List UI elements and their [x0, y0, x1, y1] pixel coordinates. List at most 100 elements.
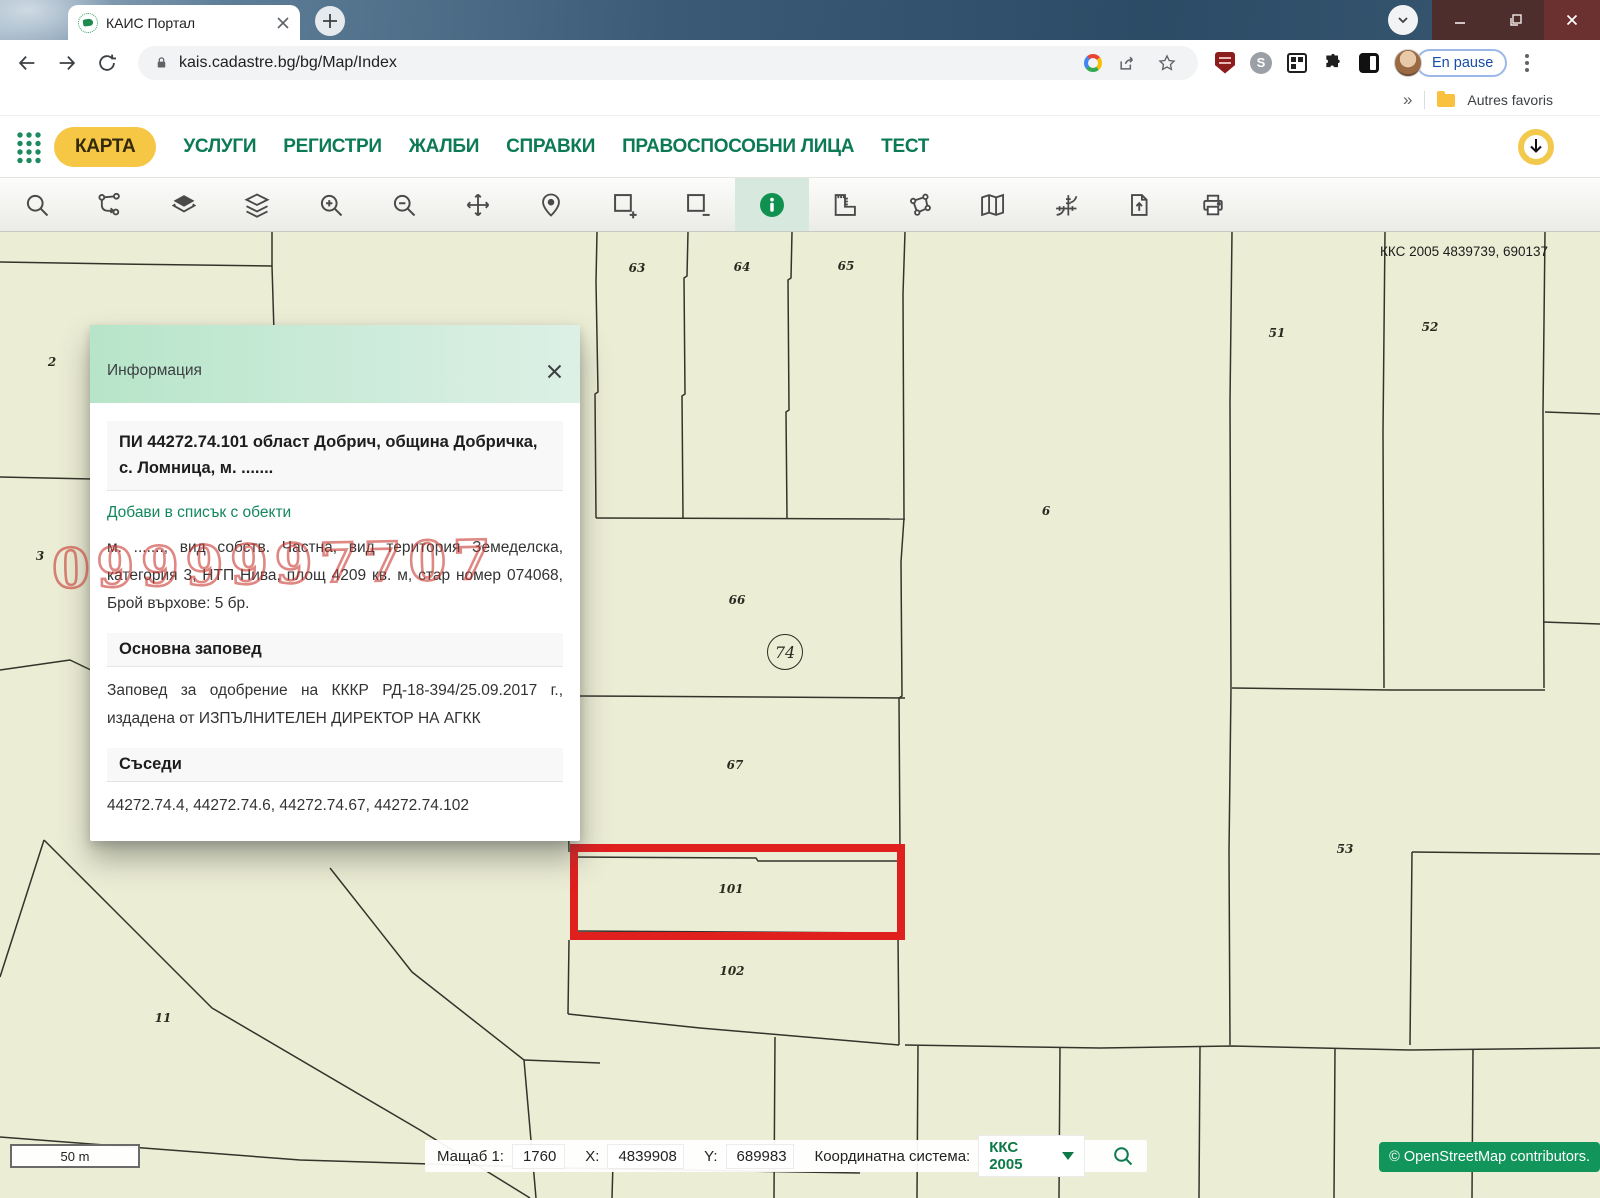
avatar — [1394, 48, 1422, 77]
parcel-label: 11 — [154, 1011, 172, 1025]
tool-measure-icon[interactable] — [809, 178, 883, 231]
parcel-label: 3 — [35, 549, 45, 563]
qr-extension-icon[interactable] — [1282, 48, 1312, 78]
tool-coordinate-grid-icon[interactable] — [1029, 178, 1103, 231]
new-tab-button[interactable] — [315, 6, 345, 36]
nav-item-spravki[interactable]: СПРАВКИ — [506, 136, 595, 158]
parcel-label: 51 — [1268, 326, 1286, 340]
scale-value-input[interactable]: 1760 — [511, 1143, 566, 1169]
parcel-label: 102 — [719, 964, 745, 978]
y-label: Y: — [704, 1147, 718, 1165]
parcel-label: 64 — [733, 260, 751, 274]
tool-relations-icon[interactable] — [74, 178, 148, 231]
map-scale-bar: 50 m — [10, 1144, 140, 1168]
folder-icon — [1437, 90, 1456, 107]
google-icon[interactable] — [1084, 53, 1102, 72]
map-toolbar — [0, 178, 1600, 232]
tool-export-icon[interactable] — [1103, 178, 1177, 231]
tab-title: КАИС Портал — [106, 14, 196, 31]
tab-close-icon[interactable] — [276, 16, 290, 30]
window-close-icon[interactable] — [1544, 0, 1600, 40]
popup-body: ПИ 44272.74.101 област Добрич, община До… — [90, 403, 580, 819]
extensions-puzzle-icon[interactable] — [1318, 48, 1348, 78]
forward-icon[interactable] — [50, 46, 84, 80]
share-icon[interactable] — [1112, 48, 1142, 78]
tool-zoom-in-icon[interactable] — [294, 178, 368, 231]
parcel-label: 66 — [728, 593, 746, 607]
map-status-strip: Мащаб 1: 1760 X: 4839908 Y: 689983 Коорд… — [425, 1135, 1147, 1177]
tool-pan-icon[interactable] — [441, 178, 515, 231]
dark-reader-icon[interactable] — [1354, 48, 1384, 78]
nav-item-registri[interactable]: РЕГИСТРИ — [283, 136, 382, 158]
info-popup: Информация ПИ 44272.74.101 област Добрич… — [90, 325, 580, 841]
tool-print-icon[interactable] — [1176, 178, 1250, 231]
download-circle-icon[interactable] — [1518, 128, 1554, 165]
bookmarks-folder-label[interactable]: Autres favoris — [1467, 92, 1553, 108]
reload-icon[interactable] — [90, 46, 124, 80]
nav-item-pravosposobni-litsa[interactable]: ПРАВОСПОСОБНИ ЛИЦА — [622, 136, 854, 158]
browser-titlebar: КАИС Портал — [0, 0, 1600, 40]
x-value: 4839908 — [607, 1143, 685, 1169]
browser-toolbar: kais.cadastre.bg/bg/Map/Index S En pause — [0, 40, 1600, 85]
tool-locate-icon[interactable] — [515, 178, 589, 231]
section-heading-order: Основна заповед — [107, 632, 563, 667]
bookmark-star-icon[interactable] — [1152, 48, 1182, 78]
section-text-order: Заповед за одобрение на КККР РД-18-394/2… — [107, 681, 563, 727]
url-text[interactable]: kais.cadastre.bg/bg/Map/Index — [179, 54, 1074, 72]
tool-polygon-select-icon[interactable] — [882, 178, 956, 231]
y-value: 689983 — [725, 1143, 795, 1169]
tool-select-area-add-icon[interactable] — [588, 178, 662, 231]
apps-grid-icon[interactable] — [14, 128, 44, 166]
profile-chip[interactable]: En pause — [1394, 48, 1508, 77]
section-text-neighbours: 44272.74.4, 44272.74.6, 44272.74.67, 442… — [107, 796, 470, 814]
site-navbar: КАРТА УСЛУГИ РЕГИСТРИ ЖАЛБИ СПРАВКИ ПРАВ… — [0, 115, 1600, 178]
browser-tab[interactable]: КАИС Портал — [68, 5, 300, 40]
nav-item-uslugi[interactable]: УСЛУГИ — [183, 136, 256, 158]
nav-item-karta[interactable]: КАРТА — [54, 126, 157, 167]
scale-label: Мащаб 1: — [437, 1147, 504, 1165]
tool-layers-icon[interactable] — [147, 178, 221, 231]
bookmarks-overflow[interactable]: » — [1403, 90, 1412, 110]
add-to-object-list-link[interactable]: Добави в списък с обекти — [107, 504, 291, 522]
profile-status: En pause — [1416, 48, 1508, 77]
parcel-details-text: м. ......., вид собств. Частна, вид тери… — [107, 539, 563, 612]
parcel-label: 6 — [1041, 504, 1051, 518]
bookmarks-bar: » Autres favoris — [0, 85, 1600, 115]
parcel-label: 67 — [726, 758, 744, 772]
parcel-label: 52 — [1421, 320, 1439, 334]
tool-map-sheets-icon[interactable] — [956, 178, 1030, 231]
browser-menu-icon[interactable] — [1517, 53, 1537, 72]
tool-search-icon[interactable] — [0, 178, 74, 231]
tool-select-area-remove-icon[interactable] — [662, 178, 736, 231]
back-icon[interactable] — [10, 46, 44, 80]
parcel-identifier-title: ПИ 44272.74.101 област Добрич, община До… — [107, 421, 563, 492]
tool-zoom-out-icon[interactable] — [368, 178, 442, 231]
tool-info-icon[interactable] — [735, 178, 809, 231]
parcel-label: 53 — [1336, 842, 1354, 856]
coordinate-search-icon[interactable] — [1111, 1144, 1135, 1168]
nav-item-test[interactable]: ТЕСТ — [881, 136, 929, 158]
ublock-extension-icon[interactable] — [1210, 48, 1240, 78]
tab-search-chevron-icon[interactable] — [1388, 5, 1418, 35]
parcel-label: 2 — [47, 355, 57, 369]
url-bar[interactable]: kais.cadastre.bg/bg/Map/Index — [138, 45, 1198, 80]
window-maximize-icon[interactable] — [1488, 0, 1544, 40]
window-controls — [1432, 0, 1600, 40]
window-minimize-icon[interactable] — [1432, 0, 1488, 40]
skype-extension-icon[interactable]: S — [1246, 48, 1276, 78]
crs-select[interactable]: ККС 2005 — [978, 1135, 1086, 1177]
x-label: X: — [585, 1147, 600, 1165]
lock-icon — [154, 55, 169, 70]
nav-item-zhalbi[interactable]: ЖАЛБИ — [409, 136, 480, 158]
osm-attribution[interactable]: © OpenStreetMap contributors. — [1379, 1142, 1600, 1172]
tool-layer-order-icon[interactable] — [221, 178, 295, 231]
parcel-label: 65 — [837, 259, 855, 273]
crs-label: Координатна система: — [814, 1147, 971, 1165]
map-canvas[interactable]: 2 3 63 64 65 51 52 6 66 67 101 102 11 53… — [0, 232, 1600, 1198]
chevron-down-icon — [1062, 1152, 1075, 1160]
popup-close-icon[interactable] — [546, 363, 563, 380]
section-heading-neighbours: Съседи — [107, 747, 563, 782]
info-popup-header: Информация — [90, 325, 580, 403]
parcel-label-selected: 101 — [718, 882, 744, 896]
cursor-crs-readout: ККС 2005 4839739, 690137 — [1380, 244, 1548, 259]
